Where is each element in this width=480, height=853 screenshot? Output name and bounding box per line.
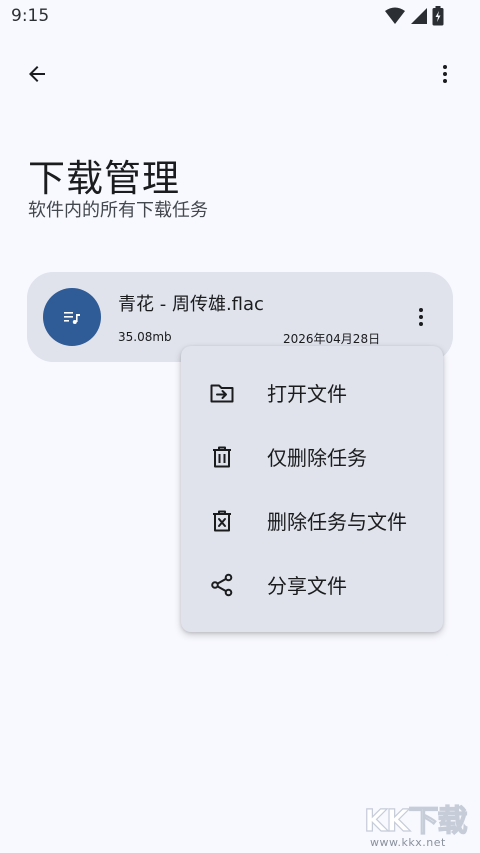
file-date: 2026年04月28日 bbox=[283, 332, 381, 346]
delete-file-icon bbox=[213, 510, 231, 532]
menu-item-label: 打开文件 bbox=[267, 382, 347, 406]
trash-icon bbox=[213, 446, 231, 468]
more-vert-icon bbox=[443, 65, 447, 83]
share-icon bbox=[211, 573, 233, 597]
file-avatar bbox=[43, 288, 101, 346]
status-bar: 9:15 bbox=[0, 0, 480, 32]
battery-icon bbox=[432, 6, 444, 26]
watermark-logo: KK下载 bbox=[363, 803, 468, 839]
menu-item-label: 仅删除任务 bbox=[267, 446, 367, 470]
music-note-icon bbox=[64, 312, 80, 324]
task-context-menu: 打开文件 仅删除任务 删除任务与文件 分享文件 bbox=[181, 346, 443, 632]
menu-item-delete-task-and-file[interactable]: 删除任务与文件 bbox=[181, 488, 443, 552]
page-subtitle: 软件内的所有下载任务 bbox=[28, 200, 208, 221]
cell-signal-icon bbox=[410, 7, 428, 25]
wifi-icon bbox=[384, 7, 406, 25]
menu-item-delete-task[interactable]: 仅删除任务 bbox=[181, 424, 443, 488]
file-size: 35.08mb bbox=[118, 330, 172, 344]
overflow-menu-button[interactable] bbox=[423, 52, 467, 96]
menu-item-label: 分享文件 bbox=[267, 574, 347, 598]
arrow-back-icon bbox=[29, 66, 45, 82]
watermark-url: www.kkx.net bbox=[370, 836, 446, 849]
task-more-button[interactable] bbox=[403, 299, 439, 335]
more-vert-icon bbox=[419, 308, 423, 326]
folder-open-icon bbox=[210, 384, 234, 403]
watermark: KK下载 www.kkx.net bbox=[360, 796, 480, 853]
status-time: 9:15 bbox=[11, 6, 50, 26]
menu-item-open-file[interactable]: 打开文件 bbox=[181, 360, 443, 424]
page-title: 下载管理 bbox=[28, 157, 180, 200]
status-icons bbox=[384, 6, 444, 26]
back-button[interactable] bbox=[15, 52, 59, 96]
file-name: 青花 - 周传雄.flac bbox=[118, 294, 264, 315]
menu-item-label: 删除任务与文件 bbox=[267, 510, 407, 534]
menu-item-share-file[interactable]: 分享文件 bbox=[181, 552, 443, 616]
